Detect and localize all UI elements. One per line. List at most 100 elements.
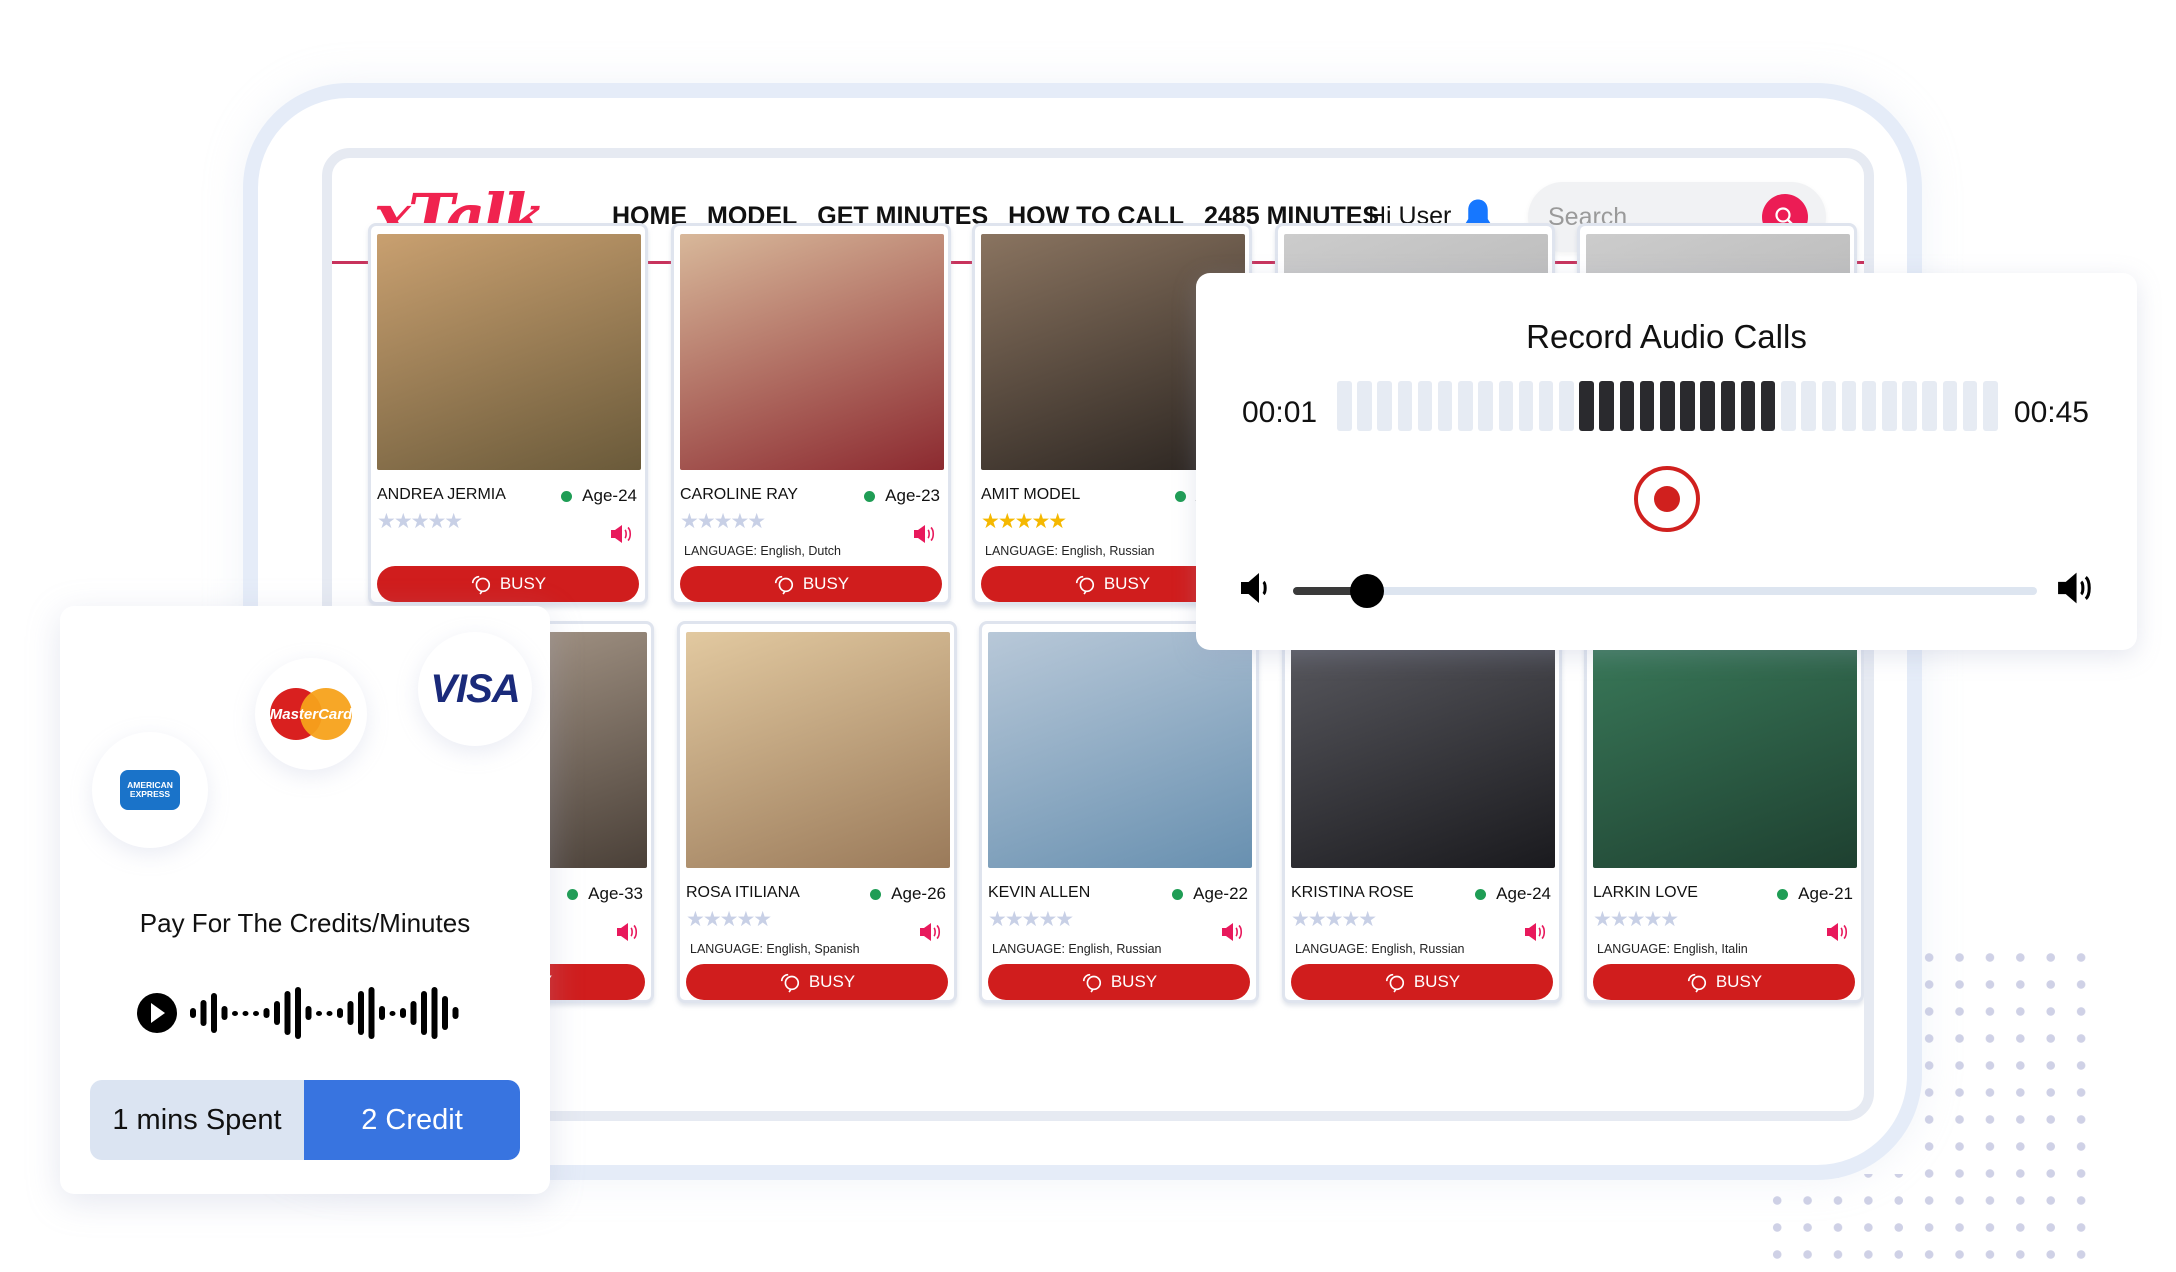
rating-stars[interactable]: ★★★★★ — [988, 907, 1074, 932]
model-card[interactable]: KEVIN ALLEN Age-22 ★★★★★ LANGUAGE: English,… — [979, 621, 1259, 1003]
waveform-bar — [1882, 381, 1897, 431]
stage: xTalk HOME MODEL GET MINUTES HOW TO CALL… — [0, 0, 2176, 1272]
visa-badge[interactable]: VISA — [418, 632, 532, 746]
voice-wave-bar — [410, 1001, 417, 1025]
voice-wave-bar — [253, 1011, 259, 1016]
record-button[interactable] — [1634, 466, 1700, 532]
model-age: Age-26 — [870, 884, 946, 904]
voice-message-player[interactable] — [135, 981, 470, 1045]
voice-wave-bar — [211, 993, 217, 1033]
mastercard-badge[interactable]: MasterCard — [255, 658, 367, 770]
waveform-bar — [1720, 381, 1736, 431]
rating-stars[interactable]: ★★★★★ — [680, 509, 766, 534]
speaker-icon[interactable] — [609, 522, 633, 546]
model-card[interactable]: KRISTINA ROSE Age-24 ★★★★★ LANGUAGE: Englis… — [1282, 621, 1562, 1003]
play-icon[interactable] — [137, 993, 177, 1033]
model-card[interactable]: ANDREA JERMIA Age-24 ★★★★★ BUSY — [368, 223, 648, 605]
busy-button[interactable]: BUSY — [1291, 964, 1553, 1000]
model-photo[interactable] — [988, 632, 1252, 868]
rating-stars[interactable]: ★★★★★ — [1291, 907, 1377, 932]
model-name: CAROLINE RAY — [680, 486, 798, 503]
model-card[interactable]: CAROLINE RAY Age-23 ★★★★★ LANGUAGE: English… — [671, 223, 951, 605]
waveform-bar — [1337, 381, 1352, 431]
credit-button[interactable]: 2 Credit — [304, 1080, 520, 1160]
waveform-bar — [1397, 381, 1413, 431]
busy-button[interactable]: BUSY — [686, 964, 948, 1000]
busy-button[interactable]: BUSY — [680, 566, 942, 602]
voice-wave-bar — [232, 1011, 238, 1016]
rating-stars[interactable]: ★★★★★ — [981, 509, 1067, 534]
online-status-dot — [1475, 888, 1487, 900]
volume-low-icon[interactable] — [1238, 568, 1274, 608]
volume-high-icon[interactable] — [2055, 568, 2095, 608]
busy-button[interactable]: BUSY — [1593, 964, 1855, 1000]
model-age: Age-33 — [567, 884, 643, 904]
waveform-bar — [1559, 381, 1574, 431]
model-name: AMIT MODEL — [981, 486, 1081, 503]
model-photo[interactable] — [1593, 632, 1857, 868]
online-status-dot — [864, 490, 876, 502]
model-photo[interactable] — [377, 234, 641, 470]
voice-wave-bar — [295, 987, 301, 1039]
voice-wave-bar — [452, 1007, 459, 1019]
waveform-bar — [1377, 381, 1392, 431]
voice-wave-bar — [442, 996, 448, 1030]
model-photo[interactable] — [686, 632, 950, 868]
model-card[interactable]: ROSA ITILIANA Age-26 ★★★★★ LANGUAGE: Englis… — [677, 621, 957, 1003]
model-age: Age-21 — [1777, 884, 1853, 904]
voice-wave-bar — [368, 987, 375, 1039]
chat-icon — [1687, 973, 1706, 993]
speaker-icon[interactable] — [918, 920, 942, 944]
online-status-dot — [561, 490, 573, 502]
voice-wave-bar — [379, 1006, 385, 1020]
audio-waveform[interactable] — [1337, 381, 1998, 431]
model-name: LARKIN LOVE — [1593, 884, 1698, 901]
rating-stars[interactable]: ★★★★★ — [1593, 907, 1679, 932]
waveform-bar — [1599, 381, 1614, 431]
online-status-dot — [1174, 490, 1186, 502]
voice-wave-bar — [200, 1000, 207, 1026]
waveform-bar — [1740, 381, 1756, 431]
speaker-icon[interactable] — [1523, 920, 1547, 944]
model-photo[interactable] — [1291, 632, 1555, 868]
voice-wave-bar — [400, 1008, 406, 1018]
voice-wave-bar — [326, 1011, 333, 1016]
model-name: ANDREA JERMIA — [377, 486, 506, 503]
waveform-bar — [1962, 381, 1978, 431]
time-elapsed: 00:01 — [1242, 396, 1318, 429]
model-name: ROSA ITILIANA — [686, 884, 800, 901]
voice-wave-bar — [389, 1011, 396, 1016]
waveform-bar — [1579, 381, 1594, 431]
waveform-bar — [1660, 381, 1675, 431]
rating-stars[interactable]: ★★★★★ — [686, 907, 772, 932]
amex-badge[interactable]: AMERICAN EXPRESS — [92, 732, 208, 848]
voice-wave-bar — [274, 1001, 280, 1025]
speaker-icon[interactable] — [912, 522, 936, 546]
waveform-bar — [1619, 381, 1635, 431]
waveform-bar — [1478, 381, 1493, 431]
model-age: Age-24 — [1475, 884, 1551, 904]
volume-slider-handle[interactable] — [1350, 574, 1385, 608]
waveform-bar — [1983, 381, 1998, 431]
voice-wave-bar — [284, 991, 291, 1035]
volume-slider[interactable] — [1293, 574, 2037, 608]
rating-stars[interactable]: ★★★★★ — [377, 509, 463, 534]
model-language: LANGUAGE: English, Russian — [985, 544, 1155, 558]
waveform-bar — [1357, 381, 1372, 431]
svg-text:MasterCard: MasterCard — [270, 706, 353, 723]
busy-button[interactable]: BUSY — [377, 566, 639, 602]
speaker-icon[interactable] — [1825, 920, 1849, 944]
busy-button[interactable]: BUSY — [988, 964, 1250, 1000]
online-status-dot — [1777, 888, 1789, 900]
chat-icon — [1082, 973, 1101, 993]
model-card[interactable]: LARKIN LOVE Age-21 ★★★★★ LANGUAGE: English,… — [1584, 621, 1864, 1003]
visa-logo-icon: VISA — [430, 666, 520, 711]
waveform-bar — [1801, 381, 1816, 431]
voice-wave-bar — [221, 1006, 228, 1020]
waveform-bar — [1417, 381, 1433, 431]
speaker-icon[interactable] — [1220, 920, 1244, 944]
amex-logo-icon: AMERICAN EXPRESS — [120, 770, 180, 810]
model-photo[interactable] — [680, 234, 944, 470]
online-status-dot — [567, 888, 579, 900]
speaker-icon[interactable] — [615, 920, 639, 944]
